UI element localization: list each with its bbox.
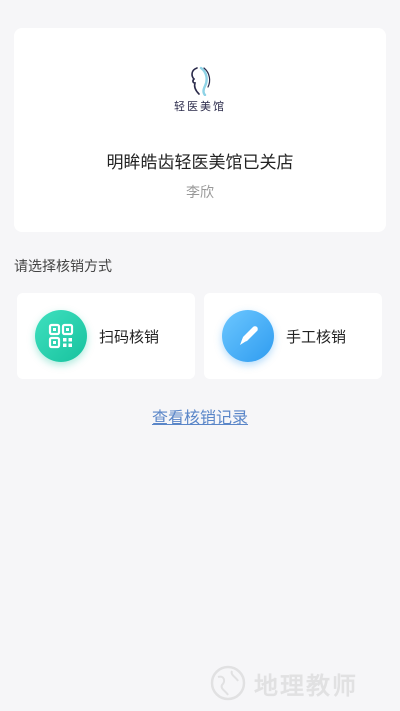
store-name: 明眸皓齿轻医美馆已关店 bbox=[106, 153, 294, 173]
logo-text: 轻医美馆 bbox=[174, 100, 226, 113]
face-profile-icon bbox=[191, 66, 211, 96]
manual-verify-label: 手工核销 bbox=[286, 327, 347, 346]
store-card: 轻医美馆 明眸皓齿轻医美馆已关店 李欣 bbox=[14, 28, 386, 232]
watermark: 地理教师 bbox=[208, 660, 394, 706]
manual-verify-button[interactable]: 手工核销 bbox=[204, 293, 382, 379]
scan-verify-label: 扫码核销 bbox=[99, 327, 160, 346]
scan-verify-button[interactable]: 扫码核销 bbox=[17, 293, 195, 379]
operator-name: 李欣 bbox=[186, 185, 214, 201]
qr-code-icon bbox=[35, 310, 87, 362]
store-logo: 轻医美馆 bbox=[168, 66, 232, 120]
pencil-icon bbox=[222, 310, 274, 362]
view-records-link[interactable]: 查看核销记录 bbox=[0, 404, 400, 428]
globe-icon bbox=[210, 665, 246, 701]
watermark-text: 地理教师 bbox=[254, 671, 358, 700]
section-label: 请选择核销方式 bbox=[14, 259, 112, 275]
